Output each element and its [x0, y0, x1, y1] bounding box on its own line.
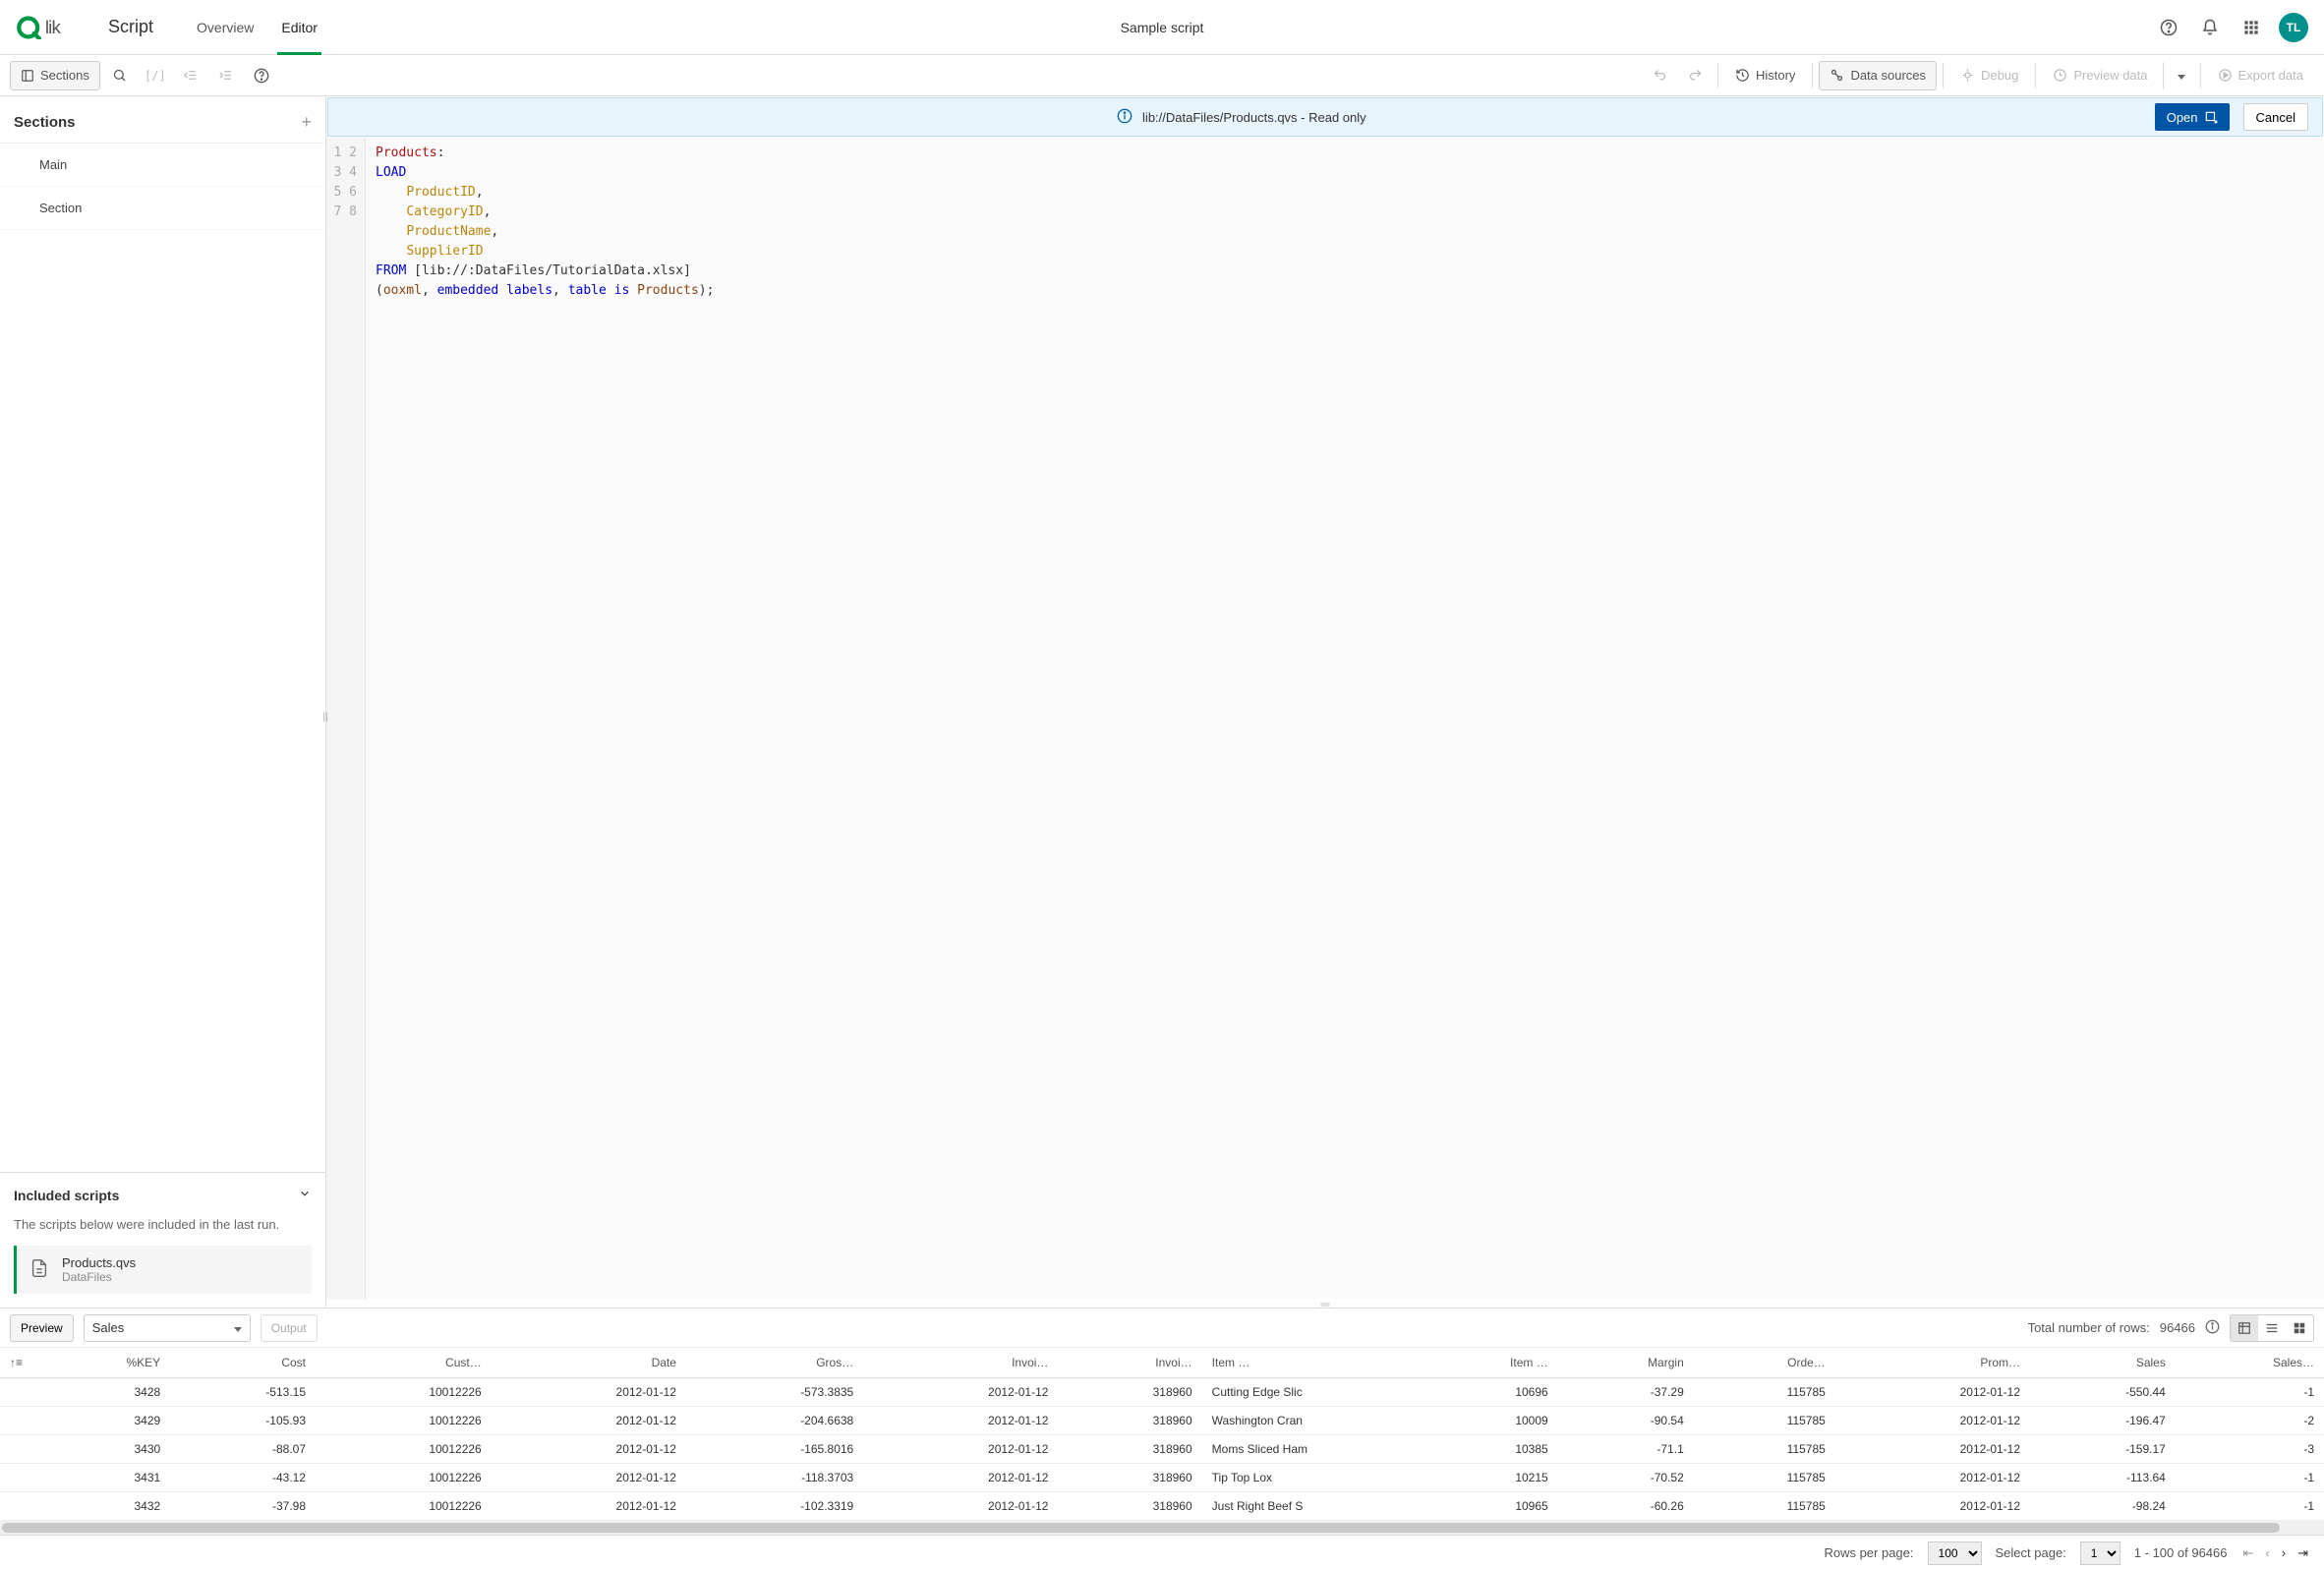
- code-editor[interactable]: 1 2 3 4 5 6 7 8 Products: LOAD ProductID…: [326, 138, 2324, 1300]
- included-chevron-icon[interactable]: [298, 1187, 312, 1203]
- readonly-notice-bar: lib://DataFiles/Products.qvs - Read only…: [327, 97, 2323, 137]
- section-item-main[interactable]: Main: [0, 144, 325, 187]
- debug-button[interactable]: Debug: [1949, 61, 2029, 90]
- help-icon[interactable]: [2155, 14, 2182, 41]
- view-grid-button[interactable]: [2286, 1315, 2313, 1341]
- sections-toggle-label: Sections: [40, 68, 89, 83]
- export-data-button[interactable]: Export data: [2207, 61, 2315, 90]
- data-table-wrap[interactable]: ↑≡%KEYCostCust…DateGros…Invoi…Invoi…Item…: [0, 1348, 2324, 1521]
- help-toolbar-button[interactable]: [246, 61, 277, 90]
- sidebar-title: Sections: [14, 114, 76, 131]
- comment-button[interactable]: [/]: [140, 61, 171, 90]
- data-sources-button[interactable]: Data sources: [1819, 61, 1937, 90]
- page-range: 1 - 100 of 96466: [2134, 1545, 2228, 1560]
- total-rows-value: 96466: [2160, 1320, 2195, 1335]
- data-sources-label: Data sources: [1850, 68, 1926, 83]
- bell-icon[interactable]: [2196, 14, 2224, 41]
- page-select[interactable]: 1: [2080, 1541, 2121, 1565]
- open-script-button[interactable]: Open: [2155, 103, 2230, 131]
- preview-toolbar: Preview Sales Output Total number of row…: [0, 1308, 2324, 1348]
- select-page-label: Select page:: [1996, 1545, 2066, 1560]
- preview-dropdown-button[interactable]: [2163, 61, 2194, 90]
- search-button[interactable]: [104, 61, 136, 90]
- included-scripts: Included scripts The scripts below were …: [0, 1172, 325, 1308]
- included-scripts-title: Included scripts: [14, 1188, 119, 1203]
- area-label: Script: [108, 17, 153, 37]
- pagination-footer: Rows per page: 100 Select page: 1 1 - 10…: [0, 1535, 2324, 1570]
- nav-editor[interactable]: Editor: [267, 0, 331, 54]
- output-button[interactable]: Output: [261, 1314, 318, 1342]
- included-scripts-hint: The scripts below were included in the l…: [0, 1217, 325, 1246]
- script-title: Sample script: [1121, 20, 1204, 35]
- code-content[interactable]: Products: LOAD ProductID, CategoryID, Pr…: [366, 138, 2324, 1300]
- script-file-icon: [29, 1257, 50, 1282]
- last-page-button[interactable]: ⇥: [2295, 1545, 2310, 1561]
- view-table-button[interactable]: [2231, 1315, 2258, 1341]
- table-selector[interactable]: Sales: [84, 1314, 251, 1342]
- sidebar: Sections + Main Section Included scripts…: [0, 96, 326, 1308]
- data-preview-panel: Preview Sales Output Total number of row…: [0, 1308, 2324, 1535]
- main: Sections + Main Section Included scripts…: [0, 96, 2324, 1308]
- editor-area: lib://DataFiles/Products.qvs - Read only…: [326, 96, 2324, 1308]
- history-button[interactable]: History: [1724, 61, 1806, 90]
- indent-button[interactable]: [210, 61, 242, 90]
- svg-text:lik: lik: [45, 17, 62, 37]
- table-selector-value: Sales: [92, 1320, 125, 1335]
- view-list-button[interactable]: [2258, 1315, 2286, 1341]
- preview-data-label: Preview data: [2073, 68, 2147, 83]
- undo-button[interactable]: [1645, 61, 1676, 90]
- cancel-button[interactable]: Cancel: [2243, 103, 2308, 131]
- included-script-item[interactable]: Products.qvs DataFiles: [14, 1246, 312, 1294]
- editor-toolbar: Sections [/] History Data sources Debug …: [0, 55, 2324, 96]
- data-table: ↑≡%KEYCostCust…DateGros…Invoi…Invoi…Item…: [0, 1348, 2324, 1521]
- preview-tab-button[interactable]: Preview: [10, 1314, 74, 1342]
- rows-per-page-select[interactable]: 100: [1928, 1541, 1982, 1565]
- sidebar-resize-handle[interactable]: ||: [321, 702, 329, 731]
- info-icon: [1117, 108, 1133, 127]
- user-avatar[interactable]: TL: [2279, 13, 2308, 42]
- outdent-button[interactable]: [175, 61, 206, 90]
- included-item-name: Products.qvs: [62, 1255, 136, 1270]
- brand: lik Script: [16, 16, 153, 39]
- topbar-right: TL: [2155, 13, 2308, 42]
- preview-data-button[interactable]: Preview data: [2042, 61, 2158, 90]
- next-page-button[interactable]: ›: [2280, 1545, 2288, 1560]
- apps-grid-icon[interactable]: [2237, 14, 2265, 41]
- readonly-path: lib://DataFiles/Products.qvs - Read only: [1142, 110, 1366, 125]
- debug-label: Debug: [1981, 68, 2018, 83]
- pager: ⇤ ‹ › ⇥: [2241, 1545, 2311, 1561]
- included-item-source: DataFiles: [62, 1270, 136, 1284]
- total-rows-label: Total number of rows:: [2028, 1320, 2150, 1335]
- prev-page-button[interactable]: ‹: [2263, 1545, 2271, 1560]
- chevron-down-icon: [228, 1320, 242, 1335]
- top-bar: lik Script Overview Editor Sample script…: [0, 0, 2324, 55]
- qlik-logo: lik: [16, 16, 85, 39]
- info-icon[interactable]: [2205, 1319, 2220, 1337]
- horizontal-scrollbar[interactable]: [0, 1521, 2324, 1535]
- top-nav: Overview Editor: [183, 0, 331, 54]
- section-item-section[interactable]: Section: [0, 187, 325, 230]
- export-data-label: Export data: [2238, 68, 2304, 83]
- preview-resize-handle[interactable]: ═: [326, 1300, 2324, 1308]
- first-page-button[interactable]: ⇤: [2241, 1545, 2256, 1561]
- section-list: Main Section: [0, 143, 325, 230]
- nav-overview[interactable]: Overview: [183, 0, 267, 54]
- rows-per-page-label: Rows per page:: [1824, 1545, 1913, 1560]
- redo-button[interactable]: [1680, 61, 1712, 90]
- add-section-button[interactable]: +: [301, 112, 312, 133]
- view-mode-toggle: [2230, 1314, 2314, 1342]
- line-gutter: 1 2 3 4 5 6 7 8: [326, 138, 366, 1300]
- sections-toggle-button[interactable]: Sections: [10, 61, 100, 90]
- history-label: History: [1756, 68, 1795, 83]
- open-label: Open: [2167, 110, 2198, 125]
